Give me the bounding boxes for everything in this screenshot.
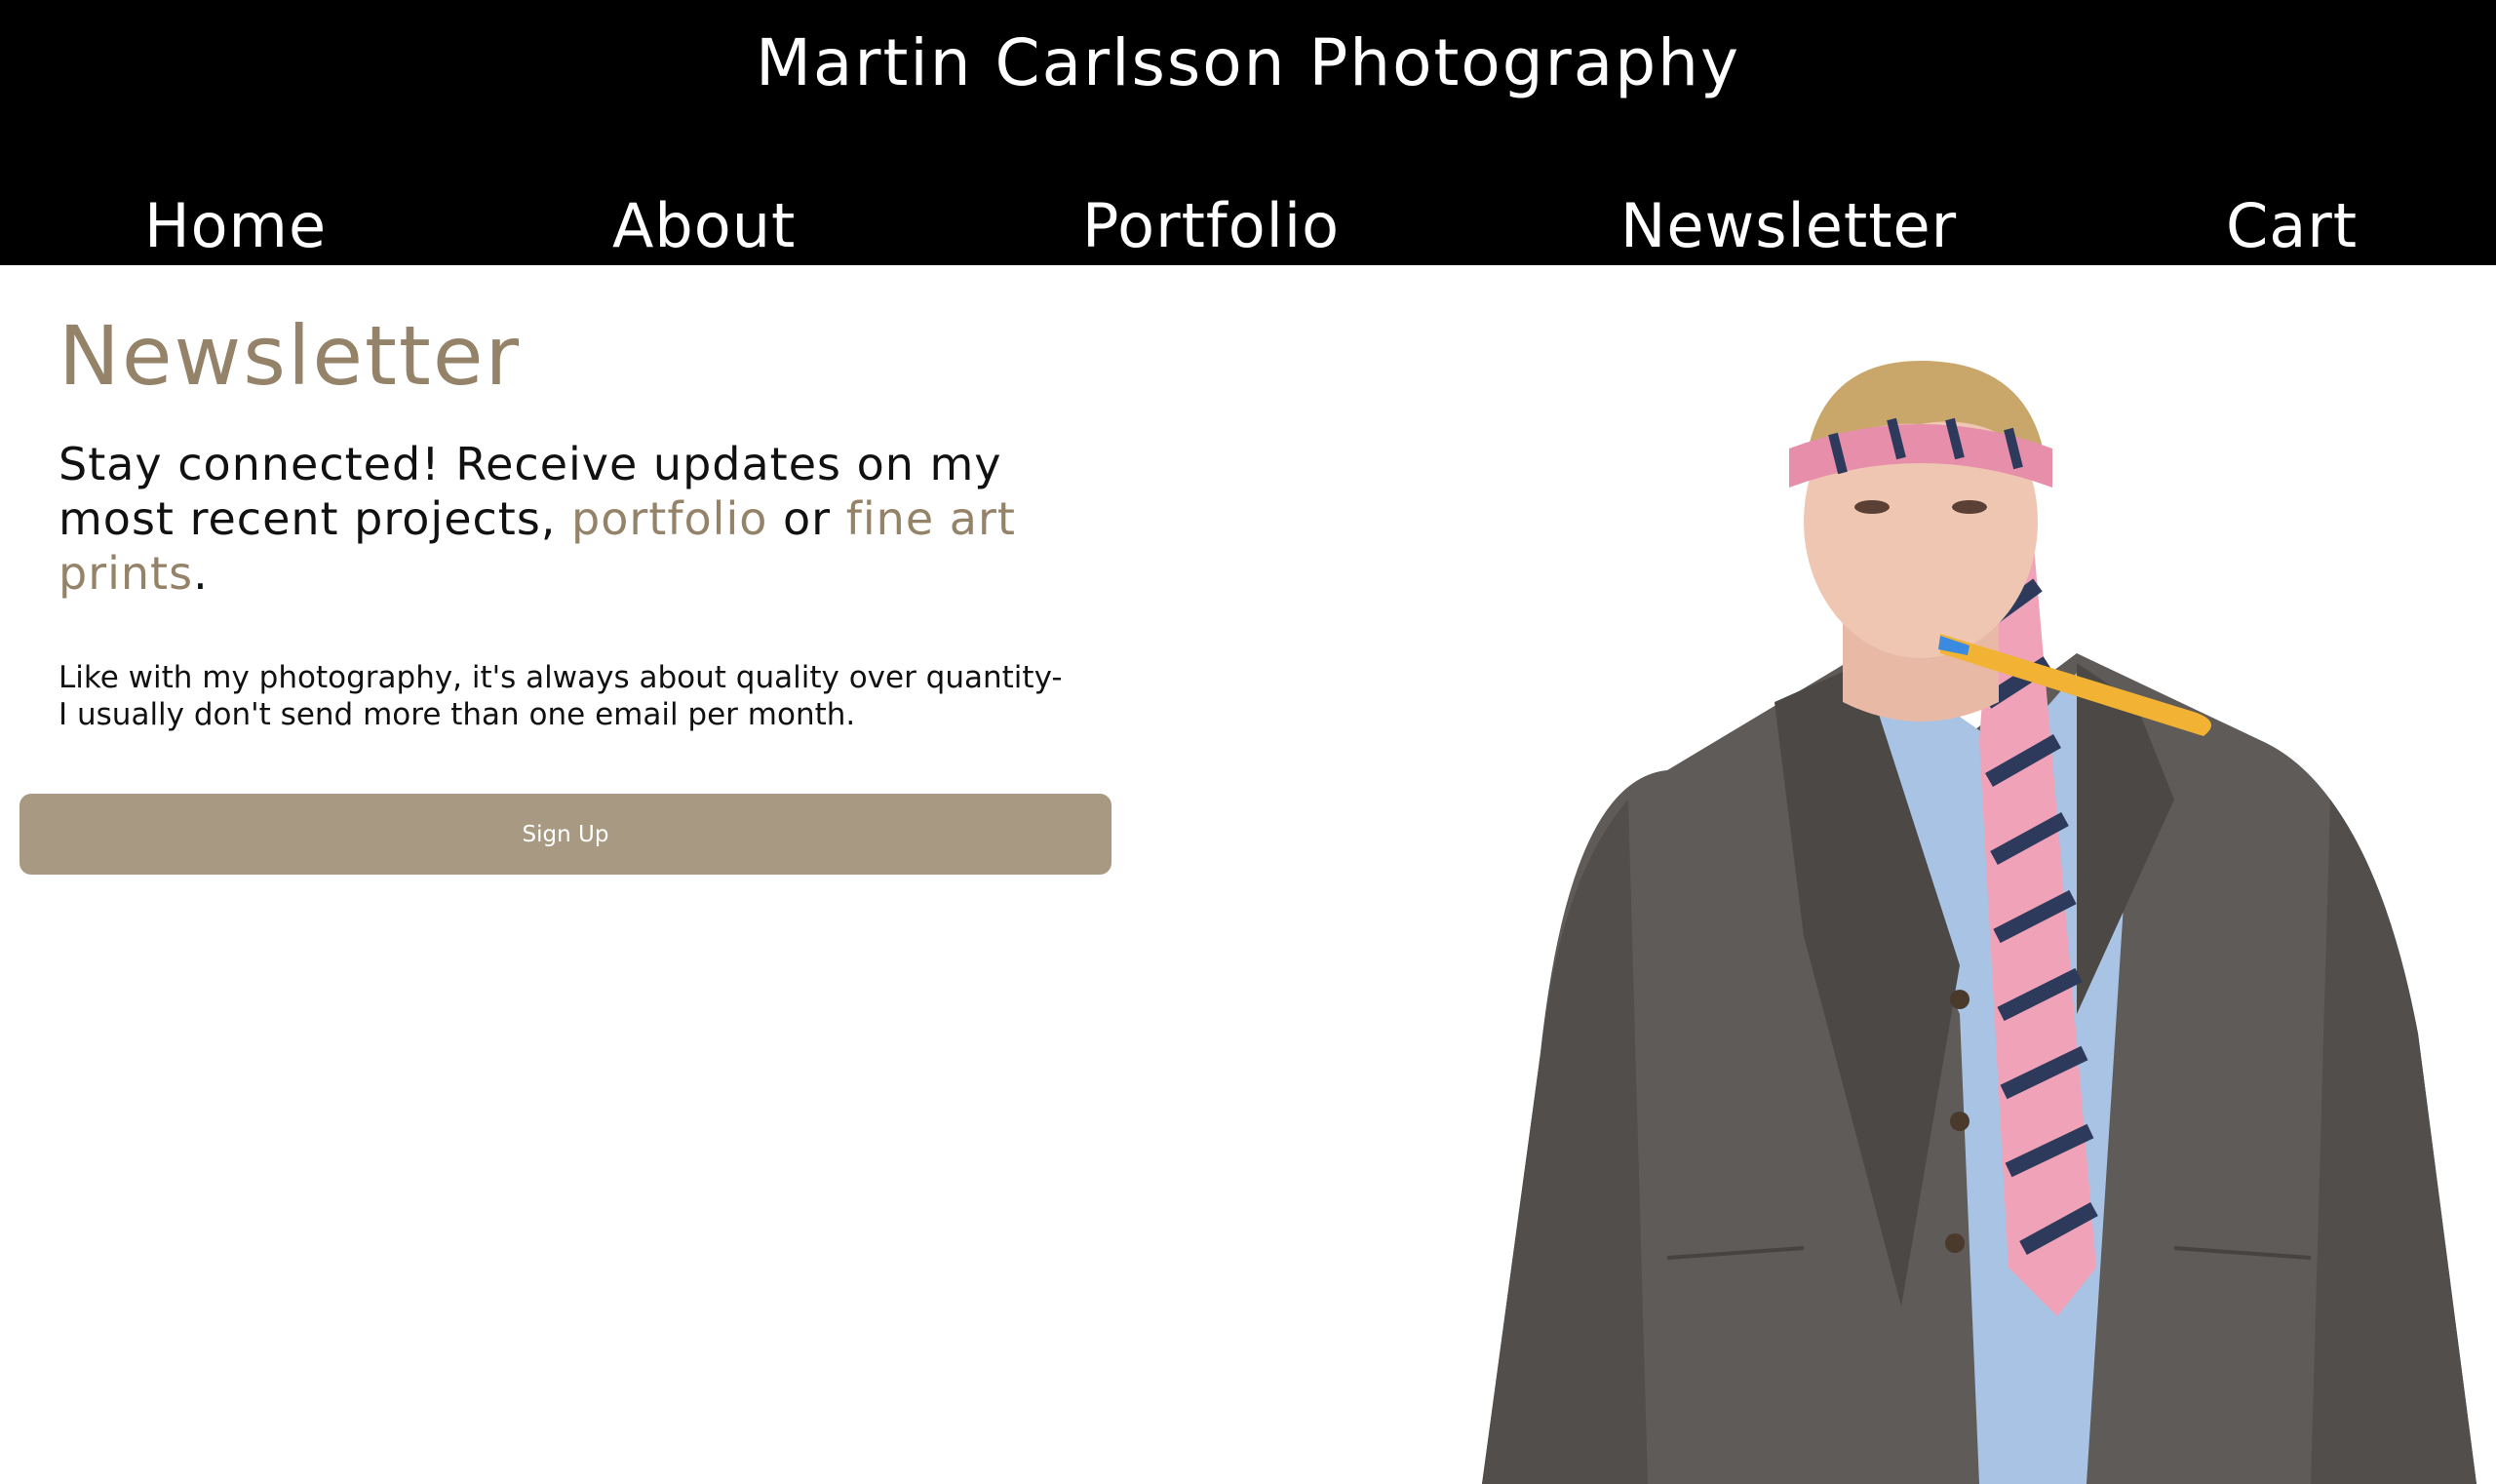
body-text: Like with my photography, it's always ab… bbox=[58, 659, 1112, 733]
nav-cart[interactable]: Cart bbox=[2226, 190, 2358, 261]
body-line-1: Like with my photography, it's always ab… bbox=[58, 660, 1063, 695]
nav-newsletter[interactable]: Newsletter bbox=[1620, 190, 1957, 261]
portrait-photo bbox=[1482, 361, 2476, 1484]
nav-portfolio[interactable]: Portfolio bbox=[1082, 190, 1340, 261]
site-header: Martin Carlsson Photography Home About P… bbox=[0, 0, 2496, 265]
lead-text: Stay connected! Receive updates on my mo… bbox=[58, 437, 1092, 601]
lead-text-part3: . bbox=[193, 547, 209, 600]
portfolio-link[interactable]: portfolio bbox=[571, 492, 767, 545]
nav-about[interactable]: About bbox=[612, 190, 796, 261]
site-title: Martin Carlsson Photography bbox=[755, 25, 1741, 100]
page-heading: Newsletter bbox=[58, 308, 522, 404]
nav-home[interactable]: Home bbox=[144, 190, 327, 261]
body-line-2: I usually don't send more than one email… bbox=[58, 697, 856, 732]
sign-up-button[interactable]: Sign Up bbox=[20, 794, 1112, 875]
lead-text-part2: or bbox=[767, 492, 846, 545]
